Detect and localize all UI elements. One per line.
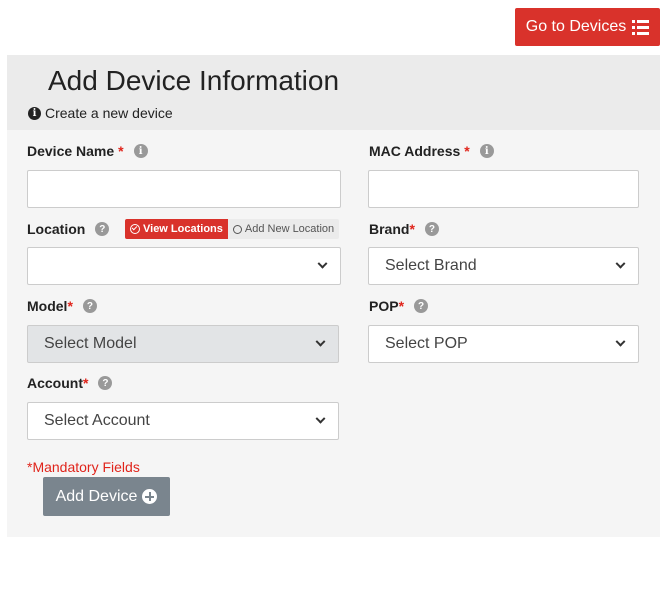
- panel-header: Add Device Information i Create a new de…: [7, 55, 660, 130]
- mac-address-label-text: MAC Address: [369, 143, 461, 159]
- location-label: Location ?: [27, 221, 110, 237]
- page-title: Add Device Information: [48, 65, 340, 96]
- chevron-down-icon: [317, 258, 328, 269]
- model-label-text: Model: [27, 298, 68, 314]
- required-mark: *: [409, 221, 415, 237]
- chevron-down-icon: [315, 336, 326, 347]
- info-icon: i: [28, 106, 41, 120]
- chevron-down-icon: [615, 258, 626, 269]
- account-selected-value: Select Account: [44, 412, 150, 429]
- mandatory-fields-note: *Mandatory Fields: [27, 459, 140, 475]
- account-label: Account * ?: [27, 375, 113, 391]
- account-select[interactable]: Select Account: [27, 402, 339, 440]
- chevron-down-icon: [315, 413, 326, 424]
- add-device-button[interactable]: Add Device: [43, 477, 170, 516]
- info-icon[interactable]: i: [479, 144, 494, 158]
- device-name-input[interactable]: [27, 170, 341, 208]
- required-mark: *: [67, 298, 73, 314]
- model-select[interactable]: Select Model: [27, 325, 339, 363]
- go-to-devices-label: Go to Devices: [525, 18, 627, 35]
- chevron-down-icon: [615, 336, 626, 347]
- mac-address-input[interactable]: [368, 170, 639, 208]
- add-device-label: Add Device: [55, 487, 138, 505]
- location-select[interactable]: [27, 247, 341, 285]
- view-locations-label: View Locations: [143, 223, 223, 235]
- add-new-location-label: Add New Location: [244, 223, 335, 235]
- help-icon[interactable]: ?: [95, 222, 110, 236]
- brand-selected-value: Select Brand: [385, 257, 477, 274]
- check-circle-icon: [130, 224, 140, 234]
- help-icon[interactable]: ?: [82, 299, 97, 313]
- mac-address-label: MAC Address * i: [369, 143, 494, 159]
- brand-label-text: Brand: [369, 221, 410, 237]
- help-icon[interactable]: ?: [414, 299, 429, 313]
- device-name-label-text: Device Name: [27, 143, 115, 159]
- view-locations-option[interactable]: View Locations: [125, 219, 228, 239]
- location-mode-toggle: View Locations Add New Location: [125, 219, 340, 239]
- pop-label: POP * ?: [369, 298, 429, 314]
- add-new-location-option[interactable]: Add New Location: [227, 219, 340, 239]
- pop-selected-value: Select POP: [385, 335, 468, 352]
- radio-empty-icon: [232, 224, 242, 234]
- brand-label: Brand * ?: [369, 221, 439, 237]
- subtitle-text: Create a new device: [45, 105, 173, 121]
- page-subtitle: i Create a new device: [28, 105, 173, 121]
- plus-circle-icon: [142, 489, 158, 504]
- required-mark: *: [398, 298, 405, 314]
- pop-select[interactable]: Select POP: [368, 325, 639, 363]
- location-label-text: Location: [27, 221, 86, 237]
- required-mark: *: [118, 143, 124, 159]
- required-mark: *: [83, 375, 89, 391]
- device-name-label: Device Name * i: [27, 143, 148, 159]
- brand-select[interactable]: Select Brand: [368, 247, 639, 285]
- model-label: Model * ?: [27, 298, 97, 314]
- help-icon[interactable]: ?: [98, 376, 113, 390]
- account-label-text: Account: [27, 375, 83, 391]
- info-icon[interactable]: i: [133, 144, 148, 158]
- help-icon[interactable]: ?: [424, 222, 439, 236]
- required-mark: *: [464, 143, 470, 159]
- go-to-devices-button[interactable]: Go to Devices: [515, 8, 660, 46]
- model-selected-value: Select Model: [44, 335, 137, 352]
- list-icon: [632, 19, 650, 35]
- pop-label-text: POP: [369, 298, 399, 314]
